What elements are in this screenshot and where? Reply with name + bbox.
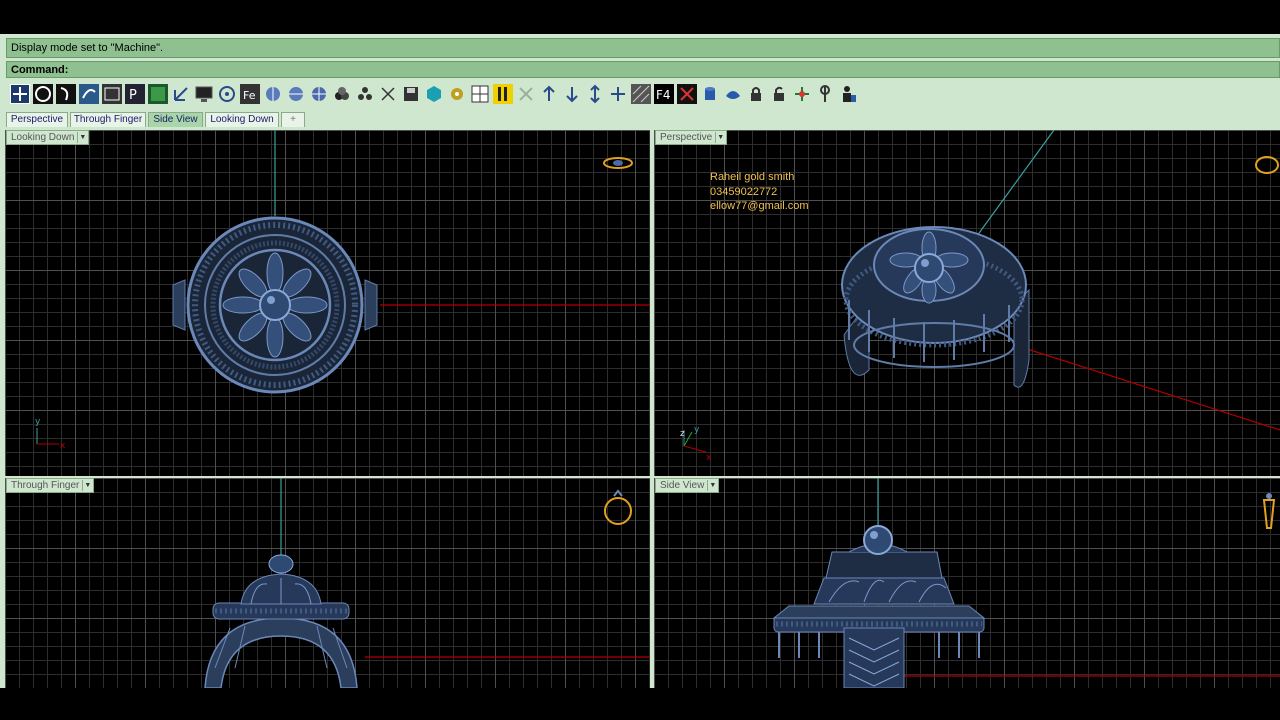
wireframe-icon[interactable] xyxy=(631,84,651,104)
ring-model xyxy=(172,216,378,394)
cylinder-icon[interactable] xyxy=(700,84,720,104)
globe-icon[interactable] xyxy=(309,84,329,104)
viewport-canvas xyxy=(772,478,1280,688)
material-icon[interactable] xyxy=(332,84,352,104)
viewport-side-view[interactable]: Side View ▼ xyxy=(654,478,1280,688)
svg-text:P: P xyxy=(129,88,137,103)
pin-icon[interactable] xyxy=(815,84,835,104)
mini-ring-icon xyxy=(1255,156,1279,174)
command-history-text: Display mode set to "Machine". xyxy=(11,42,164,54)
svg-text:z: z xyxy=(680,429,685,439)
chevron-down-icon[interactable]: ▼ xyxy=(715,132,725,143)
watermark-email: ellow77@gmail.com xyxy=(710,200,809,212)
viewport-label[interactable]: Looking Down ▼ xyxy=(6,130,90,145)
person-icon[interactable] xyxy=(838,84,858,104)
add-tab-button[interactable]: + xyxy=(281,112,305,127)
cube-icon[interactable] xyxy=(424,84,444,104)
target-icon[interactable] xyxy=(217,84,237,104)
viewport-canvas xyxy=(204,478,650,688)
command-history: Display mode set to "Machine". xyxy=(6,38,1280,58)
axis-icon[interactable] xyxy=(171,84,191,104)
svg-text:y: y xyxy=(694,425,700,435)
circle-icon[interactable] xyxy=(33,84,53,104)
gem-icon[interactable] xyxy=(79,84,99,104)
arrow-up-icon[interactable] xyxy=(539,84,559,104)
lock-icon[interactable] xyxy=(746,84,766,104)
curve-icon[interactable] xyxy=(56,84,76,104)
chevron-down-icon[interactable]: ▼ xyxy=(707,480,717,491)
viewport-canvas: y x xyxy=(35,130,650,451)
viewport-perspective[interactable]: z y x Perspective ▼ Raheil gold smith 034… xyxy=(654,130,1280,476)
main-toolbar: P Fe F4 xyxy=(6,82,1280,108)
watermark-name: Raheil gold smith xyxy=(710,171,795,183)
ring-model xyxy=(204,554,358,688)
sphere-mirror-icon[interactable] xyxy=(263,84,283,104)
move-icon[interactable] xyxy=(10,84,30,104)
monitor-icon[interactable] xyxy=(194,84,214,104)
watermark-text: Raheil gold smith 03459022772 ellow77@gm… xyxy=(710,170,809,214)
text-icon[interactable]: Fe xyxy=(240,84,260,104)
command-prompt: Command: xyxy=(11,64,69,76)
sphere-section-icon[interactable] xyxy=(286,84,306,104)
viewport-label[interactable]: Through Finger ▼ xyxy=(6,478,95,493)
pivot-icon[interactable] xyxy=(792,84,812,104)
pen-icon[interactable] xyxy=(378,84,398,104)
viewport-looking-down[interactable]: y x Looking Down ▼ xyxy=(5,130,650,476)
watermark-phone: 03459022772 xyxy=(710,185,778,198)
unlock-icon[interactable] xyxy=(769,84,789,104)
viewport-tabs: Perspective Through Finger Side View Loo… xyxy=(0,110,1280,129)
chevron-down-icon[interactable]: ▼ xyxy=(77,132,87,143)
viewport-label[interactable]: Perspective ▼ xyxy=(655,130,728,145)
svg-text:x: x xyxy=(706,453,712,463)
tab-looking-down[interactable]: Looking Down xyxy=(205,112,279,127)
viewport-through-finger[interactable]: Through Finger ▼ xyxy=(5,478,650,688)
arrow-left-icon[interactable] xyxy=(562,84,582,104)
layout-icon[interactable] xyxy=(470,84,490,104)
tab-perspective[interactable]: Perspective xyxy=(6,112,68,127)
command-line[interactable]: Command: xyxy=(6,61,1280,78)
tab-through-finger[interactable]: Through Finger xyxy=(70,112,146,127)
axis-gizmo: z y x xyxy=(680,425,712,463)
explode-icon[interactable] xyxy=(355,84,375,104)
arrow-down-icon[interactable] xyxy=(585,84,605,104)
capture-icon[interactable] xyxy=(102,84,122,104)
boolean-icon[interactable] xyxy=(516,84,536,104)
letterbox-bottom xyxy=(0,688,1280,720)
mini-ring-icon xyxy=(1262,493,1276,529)
arrow-down-left-icon[interactable] xyxy=(608,84,628,104)
svg-text:Fe: Fe xyxy=(243,89,256,102)
f4-icon[interactable]: F4 xyxy=(654,84,674,104)
sphere-icon[interactable] xyxy=(723,84,743,104)
tab-side-view[interactable]: Side View xyxy=(148,112,203,127)
save-icon[interactable] xyxy=(401,84,421,104)
svg-text:y: y xyxy=(35,417,41,427)
grid-icon[interactable] xyxy=(493,84,513,104)
parametric-icon[interactable]: P xyxy=(125,84,145,104)
chevron-down-icon[interactable]: ▼ xyxy=(82,480,92,491)
gear-icon[interactable] xyxy=(447,84,467,104)
ring-model xyxy=(841,226,1030,388)
svg-text:F4: F4 xyxy=(656,88,671,102)
viewport-label[interactable]: Side View ▼ xyxy=(655,478,720,493)
render-icon[interactable] xyxy=(148,84,168,104)
ring-model xyxy=(772,525,986,688)
rhino-window: Display mode set to "Machine". Command: … xyxy=(0,34,1280,688)
svg-text:x: x xyxy=(60,441,66,451)
close-view-icon[interactable] xyxy=(677,84,697,104)
axis-gizmo: y x xyxy=(35,417,66,451)
mini-ring-icon xyxy=(603,157,633,169)
mini-ring-icon xyxy=(604,489,632,525)
